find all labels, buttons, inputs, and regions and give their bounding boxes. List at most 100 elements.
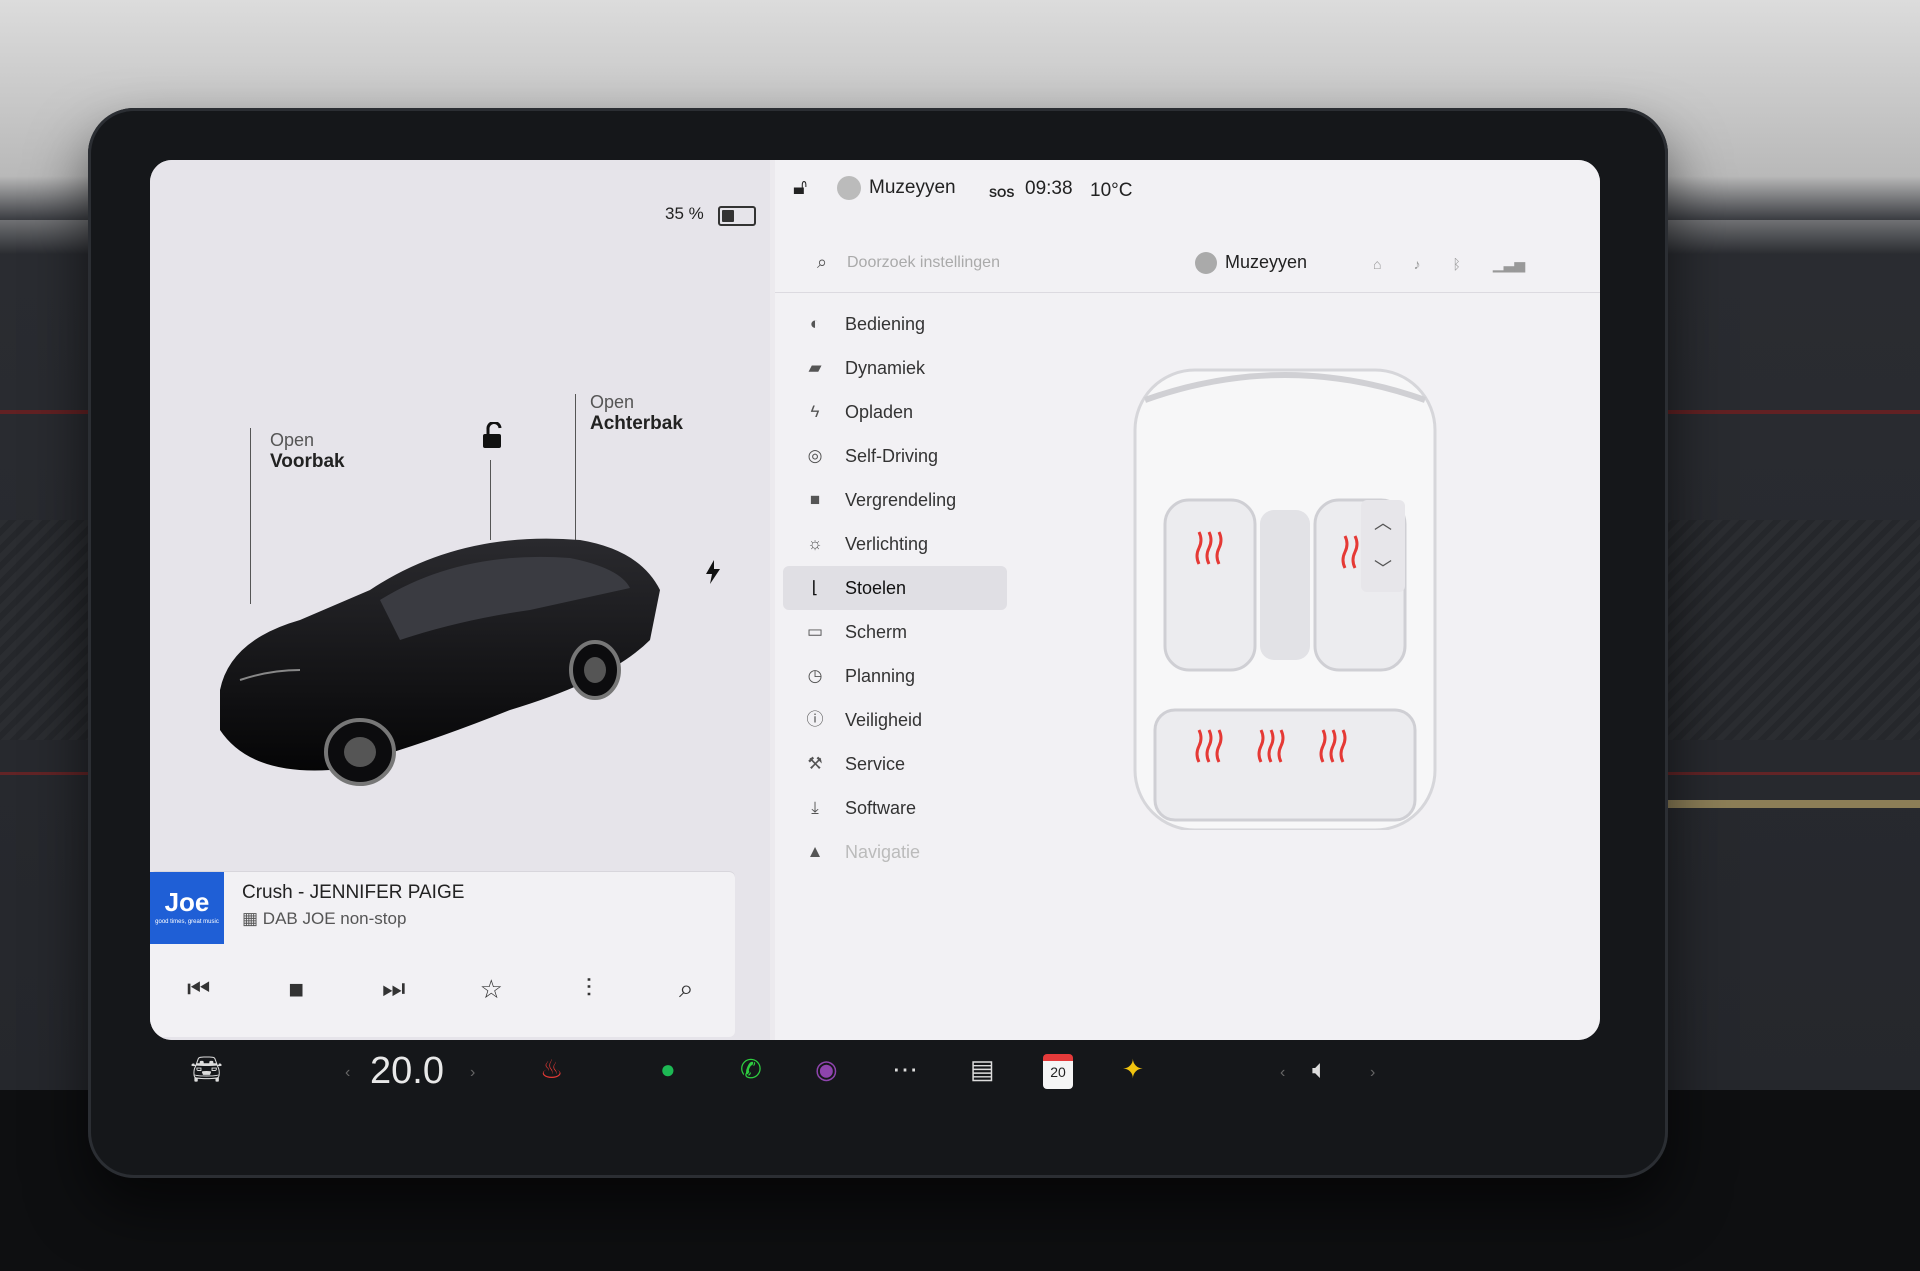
driver-profile-name: Muzeyyen xyxy=(869,177,956,199)
menu-item-label: Veiligheid xyxy=(845,710,923,730)
next-track-icon[interactable]: ⏭ xyxy=(370,973,418,1005)
profile-avatar-icon xyxy=(837,176,861,200)
track-source: ▦ DAB JOE non-stop xyxy=(242,909,407,928)
open-trunk-button[interactable]: Open Achterbak xyxy=(590,392,683,435)
menu-item-planning[interactable]: ◷ Planning xyxy=(783,654,1007,698)
menu-item-dynamiek[interactable]: ▰ Dynamiek xyxy=(783,346,1007,390)
bottom-dock: 🚘︎ ‹ 20.0 › ♨ ● ✆ ◉ ⋯ ▤ 20 ✦ ‹ 🔈︎ › xyxy=(150,1040,1600,1110)
bluetooth-icon[interactable]: ᛒ xyxy=(1452,256,1460,273)
notification-bell-icon[interactable]: ♪ xyxy=(1413,256,1420,273)
calendar-icon[interactable]: 20 xyxy=(1043,1054,1073,1089)
outside-temperature: 10°C xyxy=(1090,180,1133,201)
media-player[interactable]: Joe good times, great music Crush - JENNI… xyxy=(150,872,735,1037)
notes-icon[interactable]: ▤ xyxy=(970,1054,995,1085)
volume-icon[interactable]: 🔈︎ xyxy=(1312,1054,1328,1086)
previous-track-icon[interactable]: ⏮ xyxy=(175,973,223,1005)
temp-down-chevron-icon[interactable]: ‹ xyxy=(345,1064,350,1082)
settings-search-bar: ⌕ Muzeyyen ⌂ ♪ ᛒ ▁▃▅ xyxy=(775,230,1600,293)
camera-icon[interactable]: ◉ xyxy=(815,1054,838,1085)
volume-up-chevron-icon[interactable]: › xyxy=(1370,1064,1375,1082)
station-logo-text: Joe xyxy=(164,887,210,917)
radio-source-label: DAB JOE non-stop xyxy=(262,909,407,928)
menu-item-label: Software xyxy=(845,798,917,818)
clock-icon: ◷ xyxy=(807,666,823,685)
menu-item-label: Vergrendeling xyxy=(845,490,957,510)
stop-icon[interactable]: ■ xyxy=(272,974,320,1005)
settings-profile-name: Muzeyyen xyxy=(1225,252,1308,272)
menu-item-label: Navigatie xyxy=(845,842,921,862)
menu-item-bediening[interactable]: ◐ Bediening xyxy=(783,302,1007,346)
seat-scroll-control: ︿ ﹀ xyxy=(1361,500,1405,592)
driver-profile-button[interactable]: Muzeyyen xyxy=(837,176,956,200)
seat-icon: ⌊ xyxy=(811,578,819,597)
trunk-name: Achterbak xyxy=(590,413,683,434)
station-logo: Joe good times, great music xyxy=(150,872,224,944)
phone-icon[interactable]: ✆ xyxy=(740,1054,762,1085)
menu-item-service[interactable]: ⚒ Service xyxy=(783,742,1007,786)
menu-item-label: Dynamiek xyxy=(845,358,926,378)
lte-signal-icon: ▁▃▅ xyxy=(1492,256,1526,272)
display-icon: ▭ xyxy=(806,622,824,641)
settings-menu: ◐ Bediening ▰ Dynamiek ϟ Opladen ◎ Self-Driv… xyxy=(775,302,1015,874)
menu-item-label: Service xyxy=(845,754,906,774)
menu-item-label: Self-Driving xyxy=(845,446,939,466)
unlock-icon[interactable] xyxy=(480,421,506,457)
trunk-action: Open xyxy=(590,392,635,412)
settings-search-input[interactable] xyxy=(845,250,1229,276)
menu-item-scherm[interactable]: ▭ Scherm xyxy=(783,610,1007,654)
info-icon: ⓘ xyxy=(806,710,824,729)
menu-item-label: Opladen xyxy=(845,402,914,422)
light-icon: ☼ xyxy=(807,534,823,553)
cabin-temperature[interactable]: 20.0 xyxy=(370,1050,444,1093)
lock-status-icon[interactable]: 🔓︎ xyxy=(793,174,807,200)
frunk-name: Voorbak xyxy=(270,451,345,472)
chevron-up-icon[interactable]: ︿ xyxy=(1361,500,1405,546)
menu-item-veiligheid[interactable]: ⓘ Veiligheid xyxy=(783,698,1007,742)
equalizer-icon[interactable]: ⫶ xyxy=(565,973,613,1005)
temp-up-chevron-icon[interactable]: › xyxy=(470,1064,475,1082)
menu-item-navigatie[interactable]: ▲ Navigatie xyxy=(783,830,1007,874)
menu-item-verlichting[interactable]: ☼ Verlichting xyxy=(783,522,1007,566)
charge-port-icon[interactable] xyxy=(705,560,721,590)
search-icon: ⌕ xyxy=(817,252,828,272)
frunk-action: Open xyxy=(270,430,315,450)
home-icon[interactable]: ⌂ xyxy=(1373,256,1381,273)
battery-fill xyxy=(722,210,734,222)
wrench-icon: ⚒ xyxy=(807,754,823,773)
car-model-image xyxy=(220,538,660,786)
media-search-icon[interactable]: ⌕ xyxy=(662,973,710,1005)
vehicle-panel: 35 % Open Voorbak Open Achterbak Joe goo… xyxy=(150,160,770,1040)
favorite-star-icon[interactable]: ☆ xyxy=(467,974,515,1005)
chevron-down-icon[interactable]: ﹀ xyxy=(1361,546,1405,592)
settings-panel: 🔓︎ Muzeyyen SOS 09:38 10°C ⌕ Muzeyyen ⌂ … xyxy=(775,160,1600,1040)
menu-item-software[interactable]: ⤓ Software xyxy=(783,786,1007,830)
sos-icon[interactable]: SOS xyxy=(989,186,1014,200)
background-accent xyxy=(1650,800,1920,808)
settings-profile-button[interactable]: Muzeyyen xyxy=(1195,252,1308,275)
touchscreen: 35 % Open Voorbak Open Achterbak Joe goo… xyxy=(150,160,1600,1040)
steering-wheel-icon: ◎ xyxy=(807,446,823,465)
open-frunk-button[interactable]: Open Voorbak xyxy=(270,430,345,473)
menu-item-opladen[interactable]: ϟ Opladen xyxy=(783,390,1007,434)
menu-item-stoelen[interactable]: ⌊ Stoelen xyxy=(783,566,1007,610)
menu-item-self-driving[interactable]: ◎ Self-Driving xyxy=(783,434,1007,478)
toybox-icon[interactable]: ✦ xyxy=(1122,1054,1144,1085)
car-icon: ▰ xyxy=(808,358,822,377)
status-bar: 🔓︎ Muzeyyen SOS 09:38 10°C xyxy=(775,160,1600,230)
volume-down-chevron-icon[interactable]: ‹ xyxy=(1280,1064,1285,1082)
spotify-icon[interactable]: ● xyxy=(660,1054,676,1085)
settings-avatar-icon xyxy=(1195,252,1217,275)
menu-item-vergrendeling[interactable]: ■ Vergrendeling xyxy=(783,478,1007,522)
car-controls-icon[interactable]: 🚘︎ xyxy=(190,1054,223,1085)
settings-status-icons: ⌂ ♪ ᛒ ▁▃▅ xyxy=(1373,256,1525,273)
seat-heater-diagram xyxy=(1133,368,1437,830)
driver-seat[interactable] xyxy=(1163,498,1257,672)
seat-heater-icon[interactable]: ♨ xyxy=(540,1054,563,1085)
menu-item-label: Verlichting xyxy=(845,534,929,554)
clock: 09:38 xyxy=(1025,178,1073,199)
track-title: Crush - JENNIFER PAIGE xyxy=(242,882,465,903)
lock-icon: ■ xyxy=(809,490,821,509)
more-apps-icon[interactable]: ⋯ xyxy=(892,1054,918,1085)
media-controls: ⏮ ■ ⏭ ☆ ⫶ ⌕ xyxy=(150,954,735,1024)
rear-bench[interactable] xyxy=(1153,708,1417,822)
